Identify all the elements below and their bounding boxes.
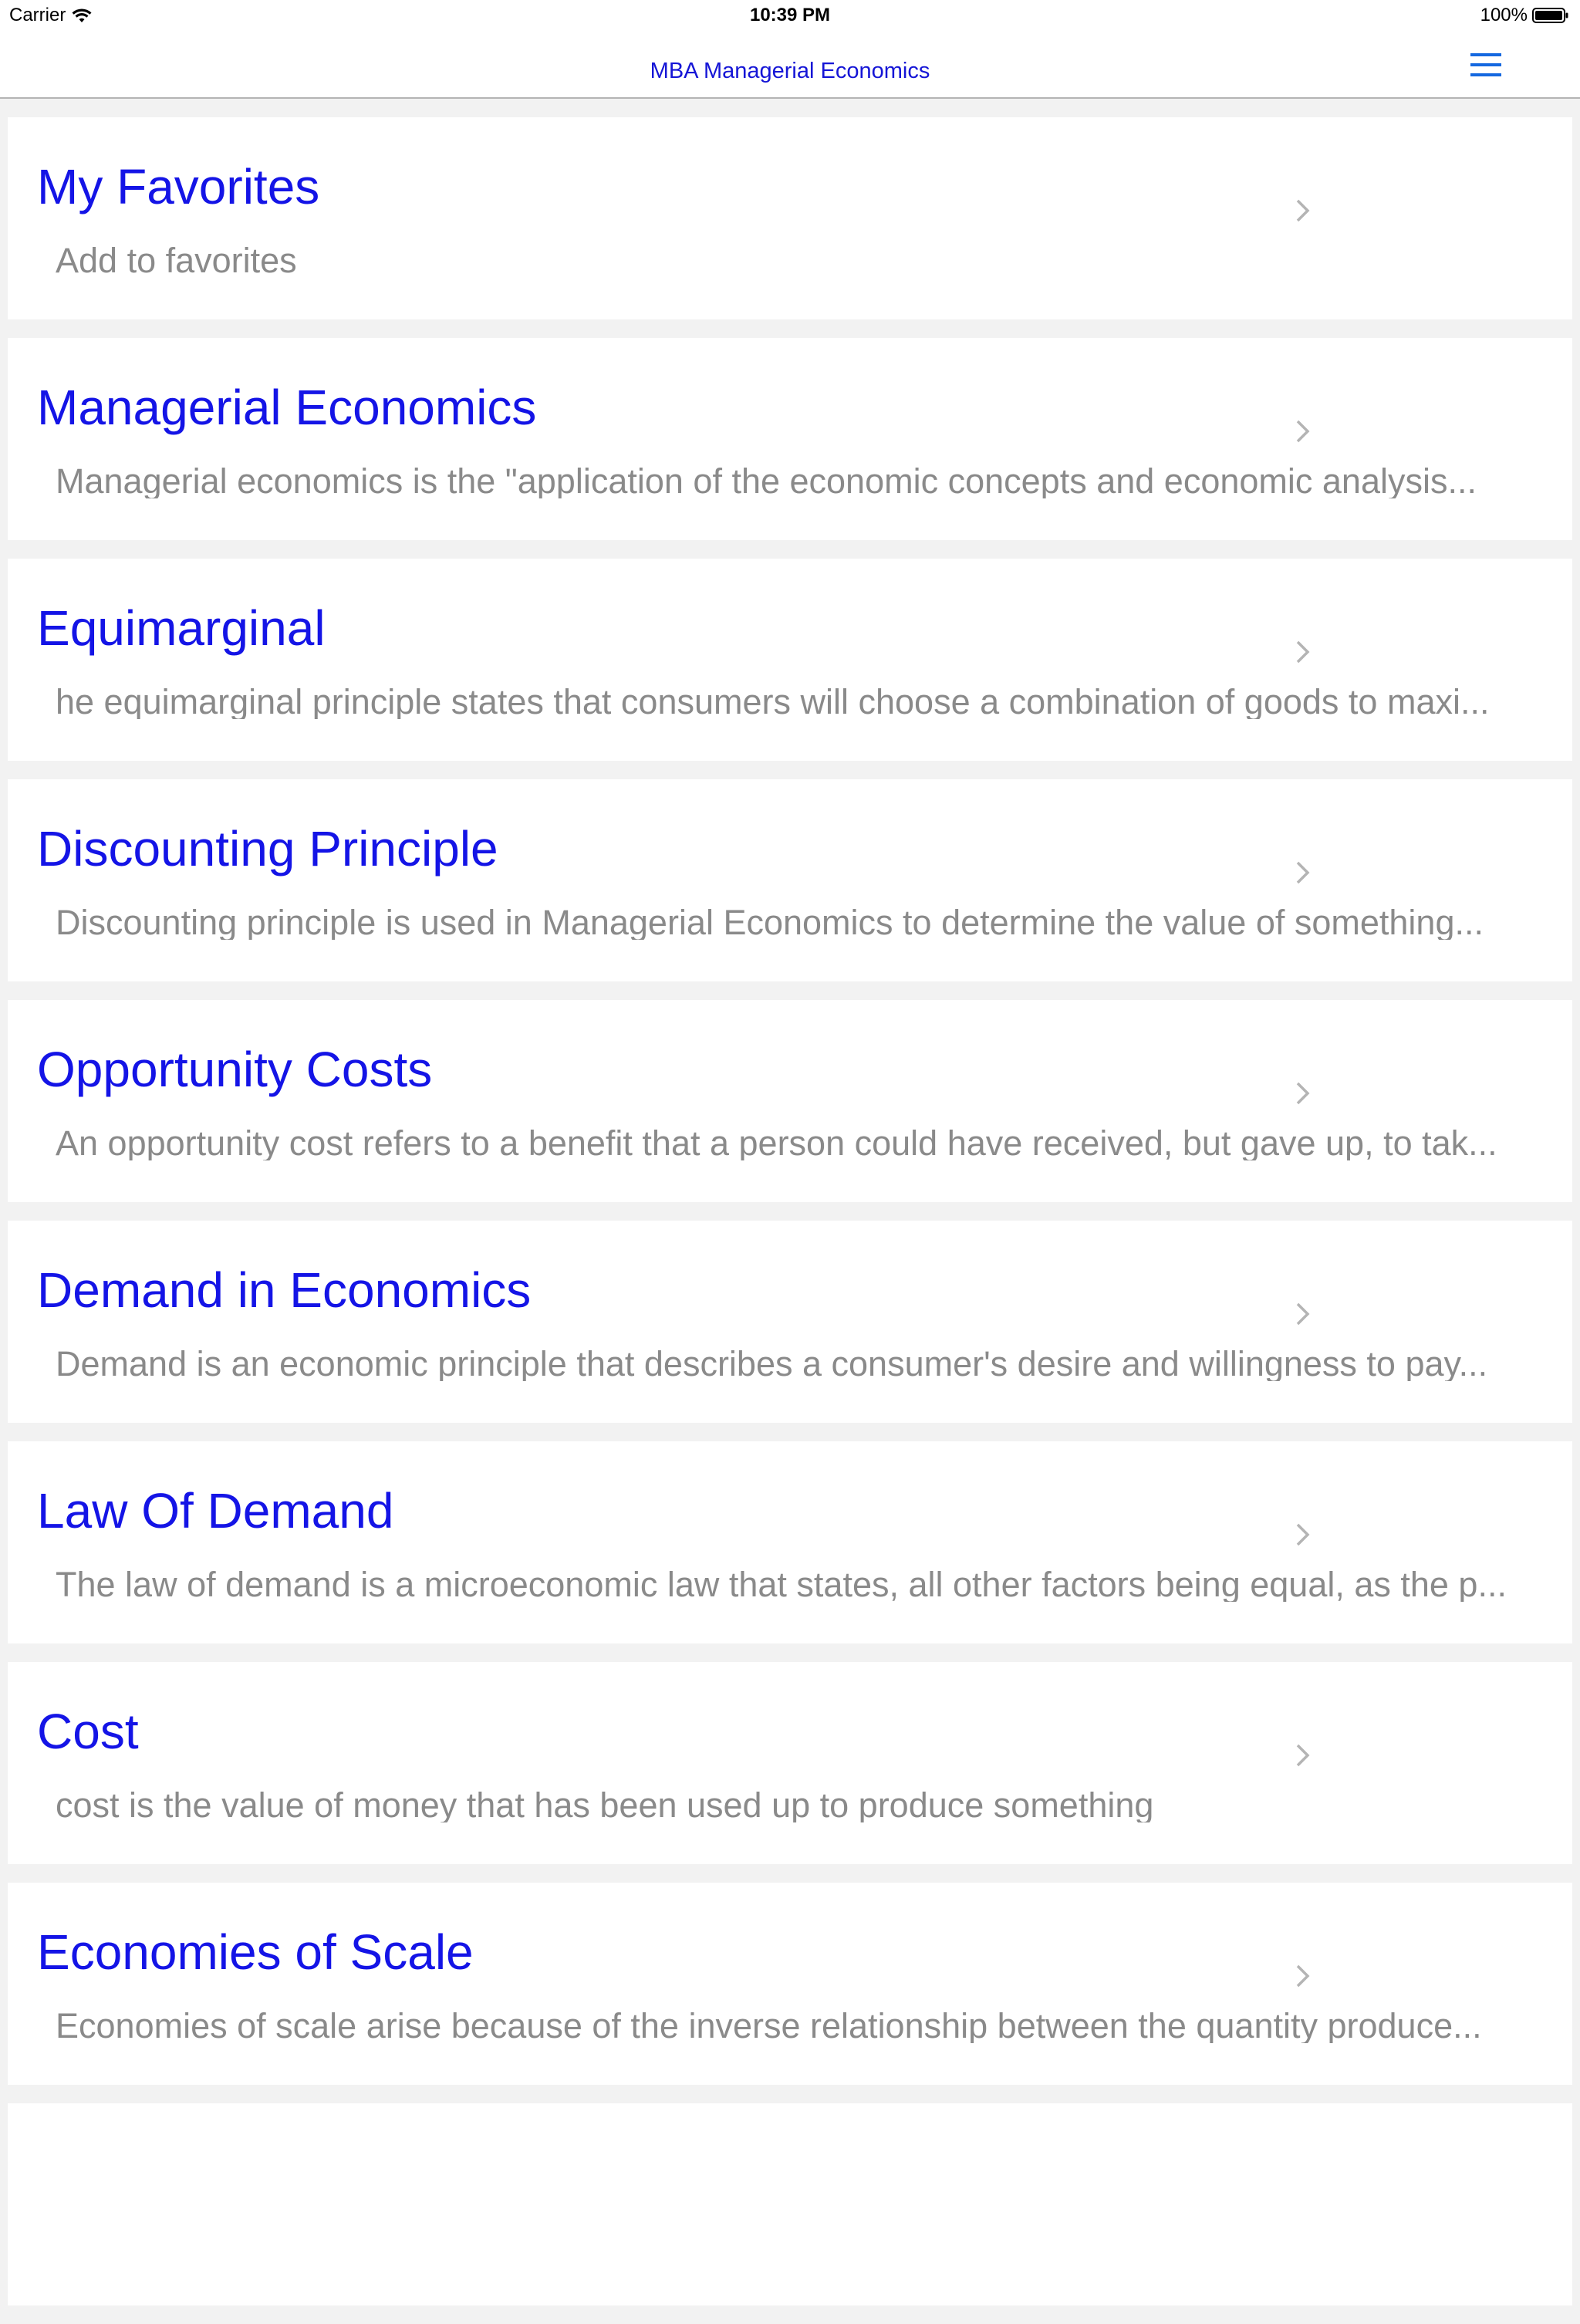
chevron-right-icon [1296,420,1310,443]
list-item-subtitle: he equimarginal principle states that co… [56,684,1490,719]
list-item-discounting-principle[interactable]: Discounting Principle Discounting princi… [8,779,1572,981]
list-item-my-favorites[interactable]: My Favorites Add to favorites [8,117,1572,319]
list-item-subtitle: Discounting principle is used in Manager… [56,905,1484,940]
list-item-subtitle: Add to favorites [56,243,297,278]
list-item-title: Opportunity Costs [37,1042,433,1097]
topic-list: My Favorites Add to favorites Managerial… [8,117,1572,2324]
chevron-right-icon [1296,1523,1310,1546]
page-title: MBA Managerial Economics [650,59,930,83]
list-item-subtitle: The law of demand is a microeconomic law… [56,1567,1507,1602]
list-item-title: Cost [37,1704,139,1759]
hamburger-menu-icon [1470,53,1501,76]
chevron-right-icon [1296,640,1310,664]
list-item-title: Law Of Demand [37,1483,394,1539]
list-item-title: Equimarginal [37,600,326,656]
list-item-subtitle: cost is the value of money that has been… [56,1788,1154,1822]
list-item-subtitle: Demand is an economic principle that des… [56,1346,1488,1381]
list-item-cost[interactable]: Cost cost is the value of money that has… [8,1662,1572,1864]
battery-icon [1532,7,1569,24]
list-item-title: Managerial Economics [37,380,537,435]
status-bar: Carrier 10:39 PM 100% [0,0,1580,31]
list-item-demand-in-economics[interactable]: Demand in Economics Demand is an economi… [8,1221,1572,1423]
list-item-law-of-demand[interactable]: Law Of Demand The law of demand is a mic… [8,1441,1572,1643]
list-item-title: Economies of Scale [37,1924,474,1980]
list-item-subtitle: An opportunity cost refers to a benefit … [56,1126,1497,1160]
navigation-bar: MBA Managerial Economics [0,31,1580,99]
battery-percent: 100% [1480,5,1528,25]
list-item-managerial-economics[interactable]: Managerial Economics Managerial economic… [8,338,1572,540]
chevron-right-icon [1296,1082,1310,1105]
list-item-title: My Favorites [37,159,320,214]
list-item-subtitle: Managerial economics is the "application… [56,464,1477,498]
status-battery: 100% [1480,5,1569,26]
status-time: 10:39 PM [749,5,831,25]
list-item-equimarginal[interactable]: Equimarginal he equimarginal principle s… [8,559,1572,761]
chevron-right-icon [1296,1964,1310,1988]
chevron-right-icon [1296,199,1310,222]
list-item-economies-of-scale[interactable]: Economies of Scale Economies of scale ar… [8,1883,1572,2085]
chevron-right-icon [1296,1744,1310,1767]
list-item-partial[interactable] [8,2103,1572,2305]
list-item-opportunity-costs[interactable]: Opportunity Costs An opportunity cost re… [8,1000,1572,1202]
list-item-subtitle: Economies of scale arise because of the … [56,2008,1482,2043]
chevron-right-icon [1296,1302,1310,1326]
list-item-title: Demand in Economics [37,1262,532,1318]
list-item-title: Discounting Principle [37,821,498,877]
chevron-right-icon [1296,861,1310,884]
menu-button[interactable] [1463,42,1509,88]
